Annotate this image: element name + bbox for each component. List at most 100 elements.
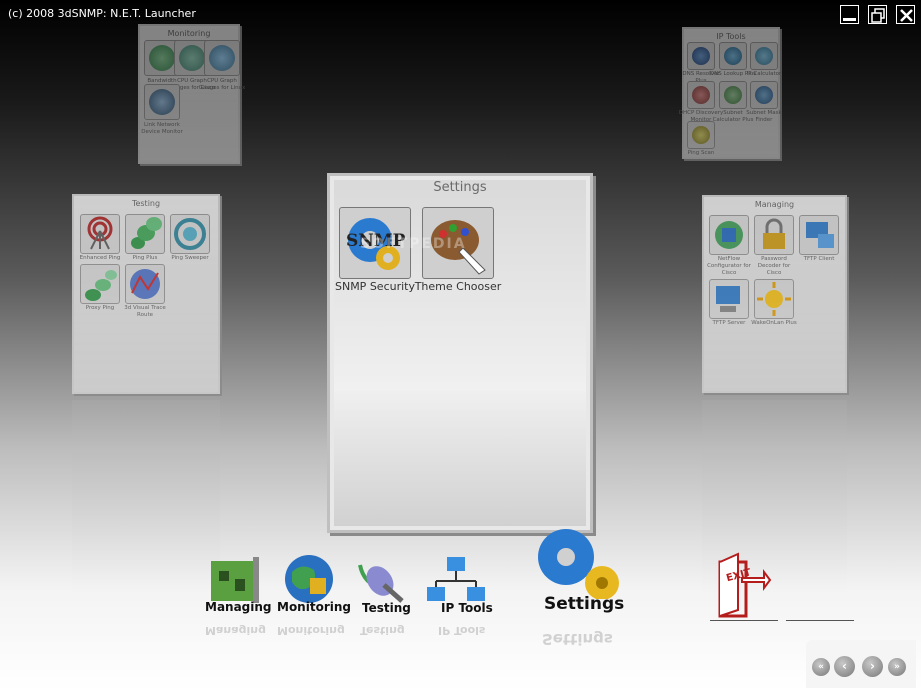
panel-title: IP Tools [716,32,746,41]
gear-icon [538,529,619,600]
tile-subnet-finder[interactable] [750,81,778,109]
tile-enhanced-ping[interactable] [80,214,120,254]
tile-label: NetFlow Configurator for Cisco [707,256,751,276]
chevron-left-icon: ‹ [842,659,847,673]
tile-dns-resolver[interactable] [687,42,715,70]
tile-link-monitor[interactable] [144,84,180,120]
sweep-icon [174,218,206,250]
globe-icon [285,555,333,603]
dock-reflection-settings: Settings [542,630,613,648]
double-chevron-right-icon: » [894,662,900,672]
monitor-icon [149,89,175,115]
restore-icon [871,8,885,23]
tile-label: Ping Scan [687,150,715,156]
tile-ping-plus[interactable] [125,214,165,254]
ping-waves-icon [85,270,117,301]
panel-testing[interactable]: Testing Enhanced Ping Ping Plus Ping Swe… [72,194,220,394]
circuit-board-icon [211,557,259,603]
tile-subnet-calc[interactable] [719,81,747,109]
dock-label-testing: Testing [362,601,411,615]
tile-wakeonlan[interactable] [754,279,794,319]
tile-proxy-ping[interactable] [80,264,120,304]
close-button[interactable] [896,5,915,24]
panel-title: Testing [131,199,161,208]
nav-prev-button[interactable]: ‹ [834,656,855,677]
ping-waves-icon [131,217,162,249]
tile-label: TFTP Client [803,256,835,262]
close-icon [900,9,913,22]
tile-label: 3d Visual Trace Route [124,305,166,318]
scan-icon [692,126,710,144]
panel-title: Managing [754,200,795,209]
tile-label: Link Network Device Monitor [141,122,183,135]
tile-label: Password Decoder for Cisco [757,256,791,276]
network-icon [724,47,742,65]
network-icon [692,86,710,104]
dock-reflection-monitoring: Monitoring [277,624,345,637]
double-chevron-left-icon: « [818,662,824,672]
tile-label: WakeOnLan Plus [751,320,797,326]
dock-reflection-testing: Testing [360,624,405,637]
nav-bar: « ‹ › » [806,640,916,688]
network-icon [755,86,773,104]
tile-label: Ping Sweeper [171,255,209,261]
dock-label-settings: Settings [544,594,625,614]
separator-line [710,620,778,621]
chevron-right-icon: › [870,659,875,673]
tile-tftp-server[interactable] [709,279,749,319]
tile-label: SNMP Security [334,280,415,293]
antenna-icon [87,216,113,250]
gauge-icon [149,45,175,71]
globe-route-icon [130,269,160,299]
restore-button[interactable] [868,5,887,24]
gauge-icon [179,45,205,71]
tile-label: Subnet Mask Finder [746,110,782,123]
panel-monitoring[interactable]: Monitoring Bandwidth Gauges CPU Graph Ga… [138,24,245,164]
panel-title: Settings [433,180,487,195]
tile-ping-scan[interactable] [687,121,715,149]
dock-reflection-managing: Managing [205,624,266,637]
dock-exit[interactable]: EXIT [712,552,772,622]
minimize-icon [843,16,856,21]
tile-ip-calculator[interactable] [750,42,778,70]
dock-label-monitoring: Monitoring [277,600,351,614]
satellite-dish-icon [358,564,404,603]
sun-icon [757,282,791,316]
panel-settings[interactable]: Settings SNMP SNMP Security Theme Choose… [327,173,593,533]
panel-title: Monitoring [167,29,211,38]
dock-label-iptools: IP Tools [441,601,493,615]
dock-reflection-iptools: IP Tools [438,624,486,637]
network-topology-icon [427,557,485,601]
tile-cpu-linux[interactable] [204,40,240,76]
computer-icon [806,222,834,248]
tile-dhcp-discovery[interactable] [687,81,715,109]
tile-label: IP Calculator [746,71,782,77]
gauge-icon [209,45,235,71]
watermark: SOFTPEDIA [360,236,467,252]
dock-label-managing: Managing [205,600,272,614]
calculator-icon [755,47,773,65]
tile-label: Proxy Ping [85,305,115,311]
tile-dns-lookup[interactable] [719,42,747,70]
nav-first-button[interactable]: « [812,658,830,676]
network-icon [692,47,710,65]
nav-last-button[interactable]: » [888,658,906,676]
nav-next-button[interactable]: › [862,656,883,677]
tile-password-decoder[interactable] [754,215,794,255]
panel-managing[interactable]: Managing NetFlow Configurator for Cisco … [702,195,847,393]
server-icon [716,286,740,312]
calculator-icon [724,86,742,104]
window-title: (c) 2008 3dSNMP: N.E.T. Launcher [8,7,196,20]
dock-settings[interactable] [530,527,630,603]
tile-trace-route[interactable] [125,264,165,304]
minimize-button[interactable] [840,5,859,24]
tile-tftp-client[interactable] [799,215,839,255]
tile-label: CPU Graph Gauges for Linux [198,78,246,91]
tile-label: Enhanced Ping [79,255,121,261]
netflow-icon [715,221,743,249]
panel-iptools[interactable]: IP Tools DNS Resolver Plus DNS Lookup Pl… [679,27,782,159]
tile-label: TFTP Server [712,320,746,326]
padlock-icon [763,218,785,249]
tile-netflow[interactable] [709,215,749,255]
tile-ping-sweeper[interactable] [170,214,210,254]
